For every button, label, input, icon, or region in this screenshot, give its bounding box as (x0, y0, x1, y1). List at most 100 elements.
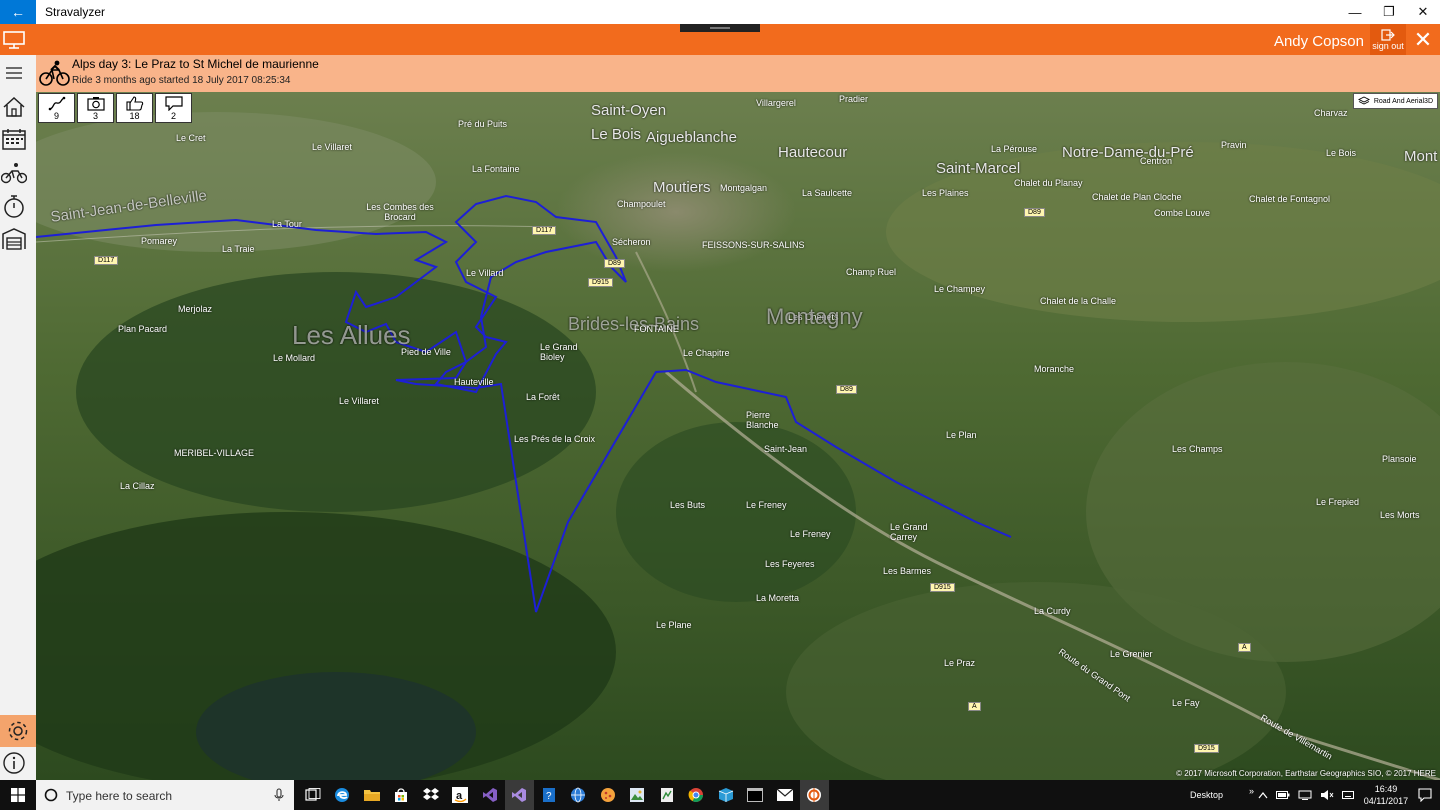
comment-icon (164, 95, 183, 111)
search-placeholder: Type here to search (66, 789, 173, 803)
title-bar: ← Stravalyzer — ❐ ✕ (0, 0, 1440, 24)
map-label: Le Fay (1172, 698, 1200, 708)
toolbar-chevron-icon[interactable]: » (1249, 786, 1254, 796)
action-center-icon[interactable] (1418, 788, 1432, 802)
calendar-icon[interactable] (0, 124, 28, 154)
show-hidden-icons-icon[interactable] (1258, 791, 1268, 799)
photos-stat[interactable]: 3 (77, 93, 114, 123)
web-browser-icon[interactable] (564, 780, 594, 810)
garage-icon[interactable] (0, 224, 28, 254)
task-view-icon[interactable] (298, 780, 328, 810)
road-badge: A (968, 702, 981, 711)
route-icon (48, 96, 65, 110)
activity-title: Alps day 3: Le Praz to St Michel de maur… (72, 57, 319, 71)
map-style-button[interactable]: Road And Aerial3D (1352, 93, 1438, 109)
edge-icon[interactable] (328, 780, 358, 810)
map-label: Le Freney (746, 500, 787, 510)
map-label: FONTAINE (634, 324, 679, 334)
map-label: Le Plane (656, 620, 692, 630)
map-label: Les Morts (1380, 510, 1420, 520)
clock[interactable]: 16:49 04/11/2017 (1360, 783, 1412, 807)
microphone-icon[interactable] (274, 788, 284, 802)
map-label: La Curdy (1034, 606, 1071, 616)
visual-studio-preview-icon[interactable] (504, 780, 534, 810)
azure-icon[interactable]: ? (534, 780, 564, 810)
minimize-button[interactable]: — (1338, 0, 1372, 24)
map-label: La Cillaz (120, 481, 155, 491)
store-icon[interactable] (387, 780, 417, 810)
map-label: Plan Pacard (118, 324, 168, 334)
map-label: Le Frepied (1316, 497, 1360, 507)
back-button[interactable]: ← (0, 0, 36, 24)
volume-muted-icon[interactable] (1320, 789, 1334, 801)
close-panel-button[interactable]: ✕ (1406, 24, 1440, 55)
map-label: Centron (1140, 156, 1173, 166)
activity-header: Alps day 3: Le Praz to St Michel de maur… (36, 55, 1440, 92)
amazon-icon[interactable]: a (446, 780, 476, 810)
sign-out-button[interactable]: sign out (1370, 24, 1406, 55)
segments-count: 9 (53, 110, 59, 121)
windows-start-icon[interactable] (0, 780, 36, 810)
desktop-toolbar-label[interactable]: Desktop (1190, 790, 1223, 800)
map-label: Champ Ruel (846, 267, 897, 277)
comments-stat[interactable]: 2 (155, 93, 192, 123)
road-badge: D915 (588, 278, 613, 287)
map-label: Le Villaret (312, 142, 352, 152)
map-label: Pomarey (141, 236, 178, 246)
restore-button[interactable]: ❐ (1372, 0, 1406, 24)
road-badge: D89 (1024, 208, 1045, 217)
clock-time: 16:49 (1374, 784, 1398, 794)
battery-icon[interactable] (1276, 790, 1290, 800)
console-icon[interactable] (741, 780, 771, 810)
map-label: Chalet de Plan Cloche (1092, 192, 1182, 202)
photo-viewer-icon[interactable] (623, 780, 653, 810)
kudos-stat[interactable]: 18 (116, 93, 153, 123)
map-label: Les Allues (292, 320, 411, 350)
map-label: FEISSONS-SUR-SALINS (702, 240, 805, 250)
cyclist-icon[interactable] (0, 158, 28, 188)
map-copyright: © 2017 Microsoft Corporation, Earthstar … (1176, 769, 1436, 778)
kudos-count: 18 (129, 110, 140, 121)
taskbar-search-box[interactable]: Type here to search (36, 780, 294, 810)
chrome-icon[interactable] (682, 780, 712, 810)
map-label: Le Villaret (339, 396, 379, 406)
activity-stats: 9 3 18 2 (38, 93, 192, 123)
close-window-button[interactable]: ✕ (1406, 0, 1440, 24)
map-label: Les Barmes (883, 566, 932, 576)
road-badge: D915 (1194, 744, 1219, 753)
map-label: Charvaz (1314, 108, 1348, 118)
file-explorer-icon[interactable] (357, 780, 387, 810)
map-label: Aigueblanche (646, 129, 737, 146)
map-label: MERIBEL-VILLAGE (174, 448, 255, 458)
hamburger-icon[interactable] (0, 58, 28, 88)
cortana-icon (44, 788, 58, 802)
map-label: Le Grenier (1110, 649, 1153, 659)
mail-icon[interactable] (770, 780, 800, 810)
gear-icon[interactable] (0, 715, 36, 747)
map-view[interactable]: Saint-Oyen Villargerel Pradier Charvaz P… (36, 92, 1440, 780)
app-window: ← Stravalyzer — ❐ ✕ Andy Copson sign out… (0, 0, 1440, 810)
dropbox-icon[interactable] (416, 780, 446, 810)
map-label: Moranche (1034, 364, 1075, 374)
map-label: Saint-Oyen (591, 102, 667, 119)
map-label: Moutiers (653, 179, 711, 196)
visual-studio-icon[interactable] (475, 780, 505, 810)
keyboard-icon[interactable] (1342, 789, 1354, 801)
segments-stat[interactable]: 9 (38, 93, 75, 123)
map-label: La Pérouse (991, 144, 1038, 154)
info-icon[interactable] (0, 748, 28, 778)
map-label: Chalet du Planay (1014, 178, 1083, 188)
home-icon[interactable] (0, 92, 28, 122)
spreadsheet-icon[interactable] (652, 780, 682, 810)
map-label: Hautecour (778, 144, 848, 161)
stravalyzer-icon[interactable] (799, 780, 829, 810)
stopwatch-icon[interactable] (0, 191, 28, 221)
thumbs-up-icon (125, 95, 143, 111)
pizza-icon[interactable] (593, 780, 623, 810)
drag-handle[interactable] (680, 24, 760, 32)
aerial-map (36, 92, 1440, 780)
box-icon[interactable] (711, 780, 741, 810)
map-label: Pierre Blanche (746, 410, 779, 430)
network-icon[interactable] (1298, 790, 1312, 800)
map-label: La Forêt (526, 392, 560, 402)
